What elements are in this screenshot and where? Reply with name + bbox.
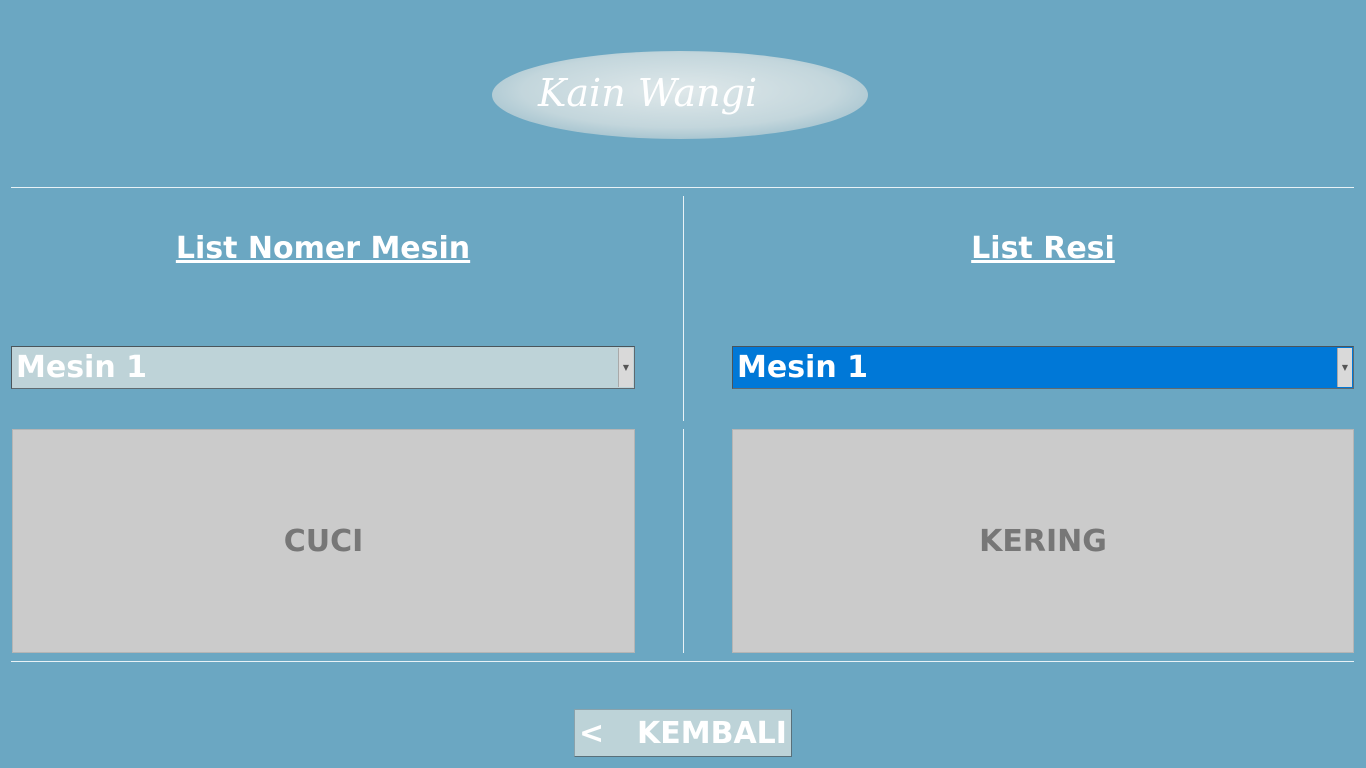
kembali-button[interactable]: < KEMBALI	[574, 709, 792, 757]
mesin-select-value: Mesin 1	[16, 349, 148, 385]
mesin-select[interactable]: Mesin 1 ▼	[11, 346, 635, 389]
back-chevron-icon: <	[579, 715, 605, 751]
center-divider-lower	[683, 429, 684, 653]
list-nomer-mesin-heading: List Nomer Mesin	[175, 231, 471, 266]
resi-select[interactable]: Mesin 1 ▼	[732, 346, 1354, 389]
bottom-divider	[11, 661, 1354, 662]
resi-select-value: Mesin 1	[737, 349, 869, 385]
center-divider-upper	[683, 196, 684, 421]
top-divider	[11, 187, 1354, 188]
svg-text:Kain Wangi: Kain Wangi	[537, 71, 757, 115]
chevron-down-icon[interactable]: ▼	[618, 348, 633, 387]
list-resi-heading: List Resi	[971, 231, 1115, 266]
chevron-down-icon[interactable]: ▼	[1337, 348, 1352, 387]
cuci-button-label: CUCI	[283, 523, 364, 559]
cuci-button[interactable]: CUCI	[12, 429, 635, 653]
kembali-button-label: KEMBALI	[637, 715, 787, 751]
kain-wangi-logo: Kain Wangi	[492, 51, 868, 139]
kering-button[interactable]: KERING	[732, 429, 1354, 653]
kering-button-label: KERING	[979, 523, 1107, 559]
